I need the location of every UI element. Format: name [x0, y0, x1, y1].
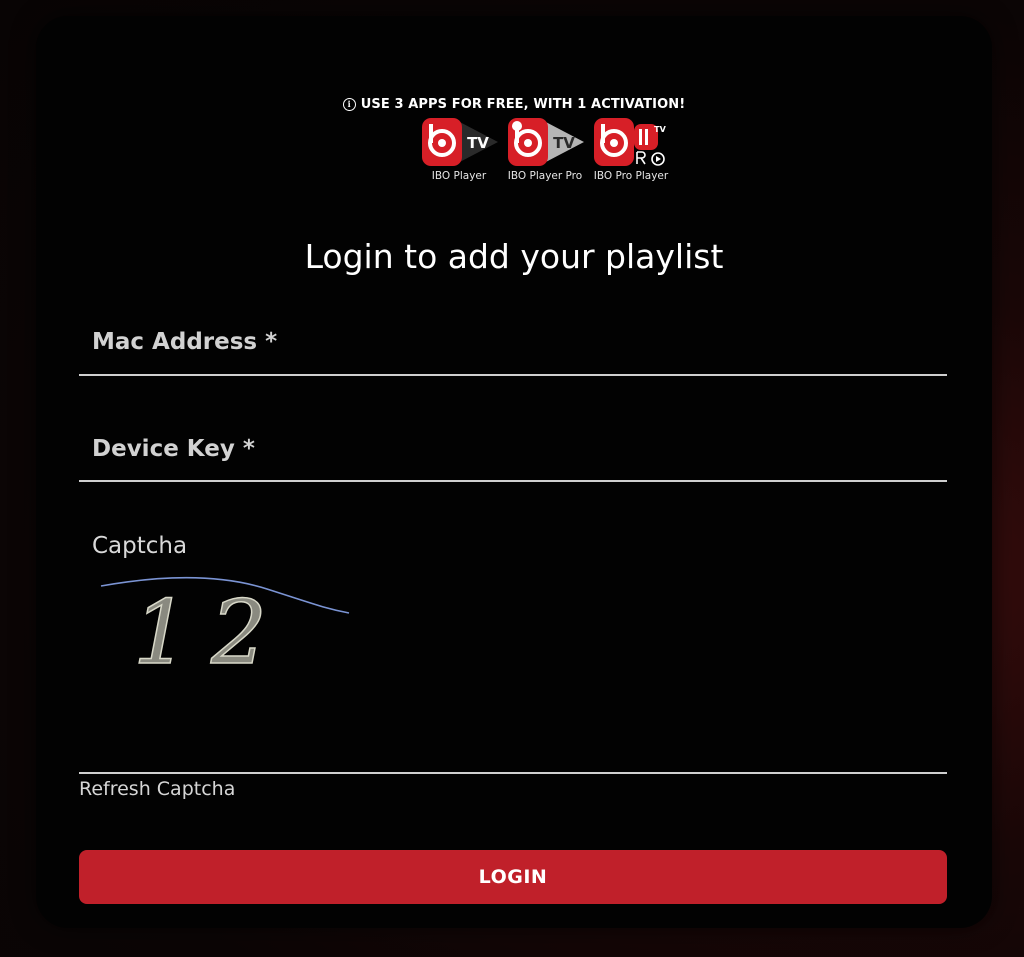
app-logo-text: TV	[654, 125, 666, 134]
device-key-input[interactable]	[79, 417, 947, 480]
ibo-player-logo-icon: TV	[422, 118, 498, 166]
ibo-pro-player-logo-icon: TV	[594, 118, 667, 166]
ibo-player-pro-logo-icon: TV	[508, 118, 584, 166]
mac-address-field-wrapper	[79, 310, 947, 376]
app-name: IBO Player Pro	[507, 170, 583, 182]
app-ibo-pro-player: TV IBO Pro Player	[592, 116, 670, 182]
device-key-field-wrapper	[79, 417, 947, 482]
captcha-label: Captcha	[92, 533, 188, 559]
login-button[interactable]: LOGIN	[79, 850, 947, 904]
app-logos: TV IBO Player TV IBO Player Pro TV IBO P…	[420, 116, 670, 182]
app-logo-text: TV	[467, 134, 489, 152]
promo-banner: i USE 3 APPS FOR FREE, WITH 1 ACTIVATION!	[36, 97, 992, 112]
captcha-text: 12	[133, 581, 289, 681]
app-ibo-player-pro: TV IBO Player Pro	[506, 116, 584, 182]
app-ibo-player: TV IBO Player	[420, 116, 498, 182]
app-name: IBO Player	[431, 170, 487, 182]
info-icon: i	[342, 98, 356, 111]
page-title: Login to add your playlist	[304, 237, 724, 276]
app-name: IBO Pro Player	[593, 170, 669, 182]
app-logo-text: TV	[553, 134, 575, 152]
captcha-input[interactable]: Captcha 12	[79, 525, 947, 774]
refresh-captcha-link[interactable]: Refresh Captcha	[79, 778, 235, 800]
mac-address-input[interactable]	[79, 310, 947, 374]
promo-text: USE 3 APPS FOR FREE, WITH 1 ACTIVATION!	[360, 97, 686, 112]
captcha-image: 12	[100, 576, 350, 681]
